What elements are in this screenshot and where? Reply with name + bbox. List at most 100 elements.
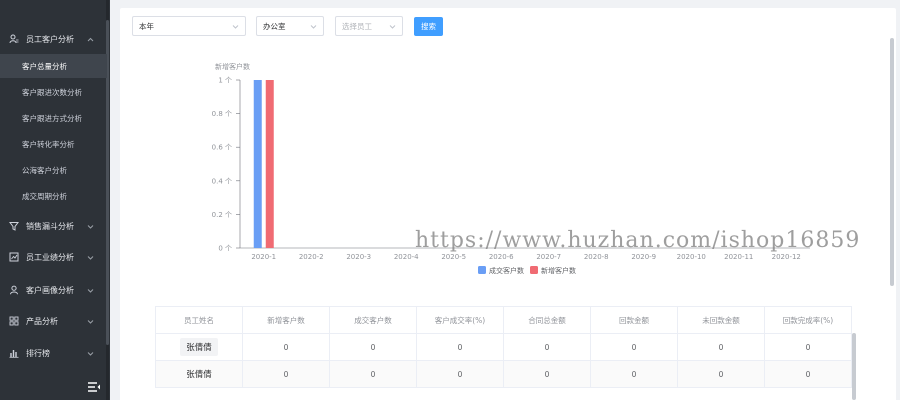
menu-group-label: 员工业绩分析 bbox=[26, 252, 74, 262]
customer-bar-chart: 新增客户数 0 个0.2 个0.4 个0.6 个0.8 个1 个 2020-1 2… bbox=[212, 62, 810, 275]
table-header-row: 员工姓名 新增客户数 成交客户数 客户成交率(%) 合同总金额 回款金额 未回款金额 回款完成… bbox=[155, 307, 852, 334]
menu-group-employee-customer-analysis[interactable]: 员工客户分析 bbox=[0, 28, 107, 50]
y-tick-label: 1 个 bbox=[218, 77, 232, 85]
funnel-icon bbox=[9, 221, 19, 231]
table-header-cell: 员工姓名 bbox=[155, 307, 243, 333]
customer-profile-icon bbox=[9, 285, 19, 295]
x-tick-label: 2020-8 bbox=[584, 253, 609, 261]
table-cell: 0 bbox=[243, 334, 330, 360]
product-grid-icon bbox=[9, 316, 19, 326]
table-cell: 0 bbox=[330, 334, 417, 360]
x-tick-label: 2020-7 bbox=[536, 253, 561, 261]
menu-group-product-analysis[interactable]: 产品分析 bbox=[0, 310, 107, 332]
table-cell: 0 bbox=[504, 334, 591, 360]
table-cell: 0 bbox=[330, 361, 417, 387]
menu-group-label: 客户画像分析 bbox=[26, 285, 74, 295]
employee-select[interactable]: 选择员工 bbox=[335, 16, 403, 36]
sidebar-item-label: 成交周期分析 bbox=[22, 191, 67, 201]
chart-y-axis-label: 新增客户数 bbox=[215, 62, 250, 71]
table-header-cell: 成交客户数 bbox=[330, 307, 417, 333]
table-header-cell: 合同总金额 bbox=[504, 307, 591, 333]
department-select[interactable]: 办公室 bbox=[256, 16, 324, 36]
chevron-down-icon bbox=[85, 221, 95, 231]
chevron-down-icon bbox=[85, 252, 95, 262]
legend-swatch[interactable] bbox=[478, 266, 486, 274]
table-cell: 0 bbox=[765, 361, 852, 387]
x-tick-label: 2020-1 bbox=[251, 253, 276, 261]
table-scrollbar[interactable] bbox=[852, 333, 856, 400]
menu-group-label: 产品分析 bbox=[26, 316, 58, 326]
legend-label[interactable]: 新增客户数 bbox=[541, 266, 576, 275]
table-cell: 张倩倩 bbox=[155, 334, 243, 360]
sidebar: 员工客户分析 客户总量分析 客户跟进次数分析 客户跟进方式分析 客户转化率分析 … bbox=[0, 0, 110, 400]
sidebar-item-conversion-rate[interactable]: 客户转化率分析 bbox=[0, 132, 107, 156]
x-tick-label: 2020-11 bbox=[724, 253, 753, 261]
table-header-cell: 回款金额 bbox=[591, 307, 678, 333]
x-tick-label: 2020-5 bbox=[441, 253, 466, 261]
period-select[interactable]: 本年 bbox=[132, 16, 246, 36]
sidebar-item-label: 公海客户分析 bbox=[22, 165, 67, 175]
x-tick-label: 2020-9 bbox=[631, 253, 656, 261]
menu-group-label: 销售漏斗分析 bbox=[26, 221, 74, 231]
bar-ranking-icon bbox=[9, 348, 19, 358]
menu-group-sales-funnel[interactable]: 销售漏斗分析 bbox=[0, 215, 107, 237]
table-row[interactable]: 张倩倩 0 0 0 0 0 0 0 bbox=[155, 361, 852, 388]
table-cell: 0 bbox=[417, 334, 504, 360]
table-cell: 0 bbox=[504, 361, 591, 387]
user-analysis-icon bbox=[9, 34, 19, 44]
table-header-cell: 未回款金额 bbox=[678, 307, 765, 333]
x-tick-label: 2020-3 bbox=[346, 253, 371, 261]
x-tick-label: 2020-4 bbox=[394, 253, 419, 261]
sidebar-item-label: 客户跟进方式分析 bbox=[22, 113, 82, 123]
table-cell: 0 bbox=[591, 334, 678, 360]
table-cell: 张倩倩 bbox=[155, 361, 243, 387]
menu-fold-icon[interactable] bbox=[87, 381, 101, 393]
sidebar-item-deal-cycle[interactable]: 成交周期分析 bbox=[0, 184, 107, 208]
menu-group-employee-performance[interactable]: 员工业绩分析 bbox=[0, 246, 107, 268]
sidebar-item-label: 客户总量分析 bbox=[22, 61, 67, 71]
y-tick-label: 0.2 个 bbox=[212, 211, 232, 219]
sidebar-item-public-pool[interactable]: 公海客户分析 bbox=[0, 158, 107, 182]
menu-group-label: 排行榜 bbox=[26, 348, 50, 358]
table-header-cell: 回款完成率(%) bbox=[765, 307, 852, 333]
chevron-down-icon bbox=[85, 348, 95, 358]
x-tick-label: 2020-2 bbox=[299, 253, 324, 261]
table-cell: 0 bbox=[243, 361, 330, 387]
y-tick-label: 0.8 个 bbox=[212, 110, 232, 118]
chevron-down-icon bbox=[310, 23, 317, 30]
main-scrollbar[interactable] bbox=[890, 38, 894, 286]
chevron-down-icon bbox=[85, 285, 95, 295]
chevron-down-icon bbox=[232, 23, 239, 30]
sidebar-item-followup-method[interactable]: 客户跟进方式分析 bbox=[0, 106, 107, 130]
sidebar-item-label: 客户跟进次数分析 bbox=[22, 87, 82, 97]
bar-deal-customers[interactable] bbox=[253, 80, 262, 248]
table-cell: 0 bbox=[678, 334, 765, 360]
sidebar-item-customer-total[interactable]: 客户总量分析 bbox=[0, 54, 107, 78]
chevron-up-icon bbox=[85, 34, 95, 44]
table-header-cell: 新增客户数 bbox=[243, 307, 330, 333]
sidebar-item-label: 客户转化率分析 bbox=[22, 139, 75, 149]
legend-swatch[interactable] bbox=[530, 266, 538, 274]
table-cell: 0 bbox=[765, 334, 852, 360]
employee-customer-table: 员工姓名 新增客户数 成交客户数 客户成交率(%) 合同总金额 回款金额 未回款金额 回款完成… bbox=[155, 306, 852, 388]
employee-select-placeholder: 选择员工 bbox=[342, 21, 372, 31]
bar-new-customers[interactable] bbox=[265, 80, 274, 248]
x-tick-label: 2020-10 bbox=[677, 253, 706, 261]
y-tick-label: 0.4 个 bbox=[212, 177, 232, 185]
table-header-cell: 客户成交率(%) bbox=[417, 307, 504, 333]
chevron-down-icon bbox=[85, 316, 95, 326]
menu-group-ranking[interactable]: 排行榜 bbox=[0, 342, 107, 364]
x-tick-label: 2020-12 bbox=[772, 253, 801, 261]
table-cell: 0 bbox=[678, 361, 765, 387]
performance-chart-icon bbox=[9, 252, 19, 262]
table-cell: 0 bbox=[591, 361, 678, 387]
y-tick-label: 0 个 bbox=[218, 245, 232, 253]
search-button[interactable]: 搜索 bbox=[414, 17, 443, 36]
sidebar-item-followup-count[interactable]: 客户跟进次数分析 bbox=[0, 80, 107, 104]
legend-label[interactable]: 成交客户数 bbox=[489, 266, 524, 275]
chevron-down-icon bbox=[389, 23, 396, 30]
table-row[interactable]: 张倩倩 0 0 0 0 0 0 0 bbox=[155, 334, 852, 361]
department-select-value: 办公室 bbox=[263, 21, 286, 31]
employee-name: 张倩倩 bbox=[186, 370, 212, 380]
menu-group-customer-profile[interactable]: 客户画像分析 bbox=[0, 279, 107, 301]
